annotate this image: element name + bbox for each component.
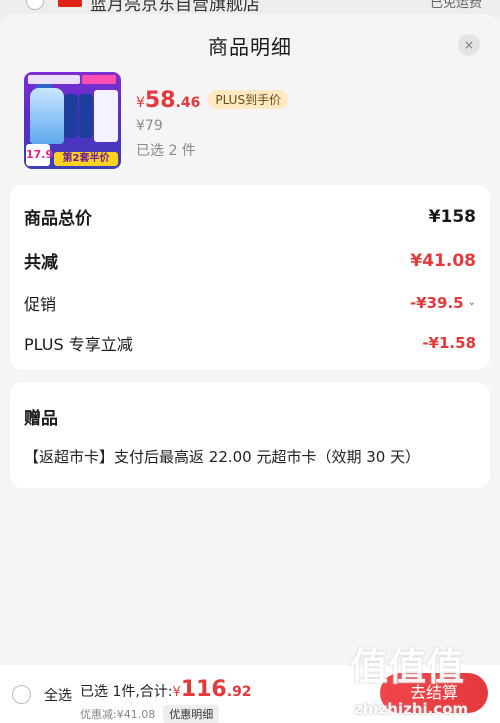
plus-discount-value: -¥1.58 [422,334,476,352]
promotion-value-wrap[interactable]: -¥39.5 ⌄ [410,294,476,312]
select-all-checkbox[interactable] [12,685,31,704]
shipping-status: 已免运费 [429,0,482,11]
price-currency: ¥ [136,95,145,111]
plus-discount-label: PLUS 专享立减 [24,335,133,354]
image-bottle [30,88,64,144]
summary-decimal: .92 [226,684,252,700]
total-price-label: 商品总价 [24,209,92,229]
promotion-row[interactable]: 促销 -¥39.5 ⌄ [24,291,476,315]
summary-prefix: 已选 1件,合计: [80,684,173,700]
plus-price-badge: PLUS到手价 [208,90,289,109]
plus-discount-row: PLUS 专享立减 -¥1.58 [24,331,476,355]
watermark-url: zhizhizhi.com [354,700,469,718]
watermark-logo: 值值值 [350,636,465,691]
jd-self-badge [58,0,82,7]
promotion-label: 促销 [24,295,57,314]
image-brand-strip [28,75,80,84]
image-promo-tag: 第2套半价 [54,152,118,166]
total-reduction-value: ¥41.08 [410,250,476,271]
discount-text: 优惠减:¥41.08 [80,708,156,721]
gift-description: 【返超市卡】支付后最高返 22.00 元超市卡（效期 30 天） [24,448,421,466]
sheet-title: 商品明细 [208,35,292,59]
close-icon[interactable]: × [458,34,480,56]
summary-currency: ¥ [172,685,181,700]
total-price-value: ¥158 [428,206,476,227]
image-promo-strip [82,75,116,84]
price-decimal: .46 [175,95,201,111]
image-bottle-small [64,94,78,138]
product-row: 17.9 第2套半价 ¥ 58 .46 PLUS到手价 ¥79 已选 2 件 [0,72,500,182]
summary-integer: 116 [180,677,227,702]
total-reduction-row: 共减 ¥41.08 [24,248,476,274]
image-info-panel [94,90,118,142]
total-reduction-label: 共减 [24,253,58,273]
watermark-logo-text: 值值值 [350,645,465,689]
discount-detail-button[interactable]: 优惠明细 [163,705,220,723]
chevron-down-icon[interactable]: ⌄ [468,297,476,308]
gift-card: 赠品 【返超市卡】支付后最高返 22.00 元超市卡（效期 30 天） [10,382,490,488]
original-price: ¥79 [136,118,163,134]
price-breakdown-card: 商品总价 ¥158 共减 ¥41.08 促销 -¥39.5 ⌄ PLUS 专享立… [10,185,490,370]
gift-title: 赠品 [24,409,58,429]
sheet-header: 商品明细 × [0,14,500,72]
order-summary: 已选 1件,合计: ¥ 116 .92 [80,677,252,702]
select-all-label[interactable]: 全选 [44,685,72,705]
product-detail-sheet: 商品明细 × 17.9 第2套半价 ¥ 58 .46 PLUS到手价 ¥79 已… [0,14,500,723]
selected-quantity: 已选 2 件 [136,143,196,159]
product-image[interactable]: 17.9 第2套半价 [24,72,121,169]
image-bottle-small [79,94,93,138]
promotion-value: -¥39.5 [409,294,464,312]
discount-line: 优惠减:¥41.08 优惠明细 [80,705,220,723]
product-price: ¥ 58 .46 PLUS到手价 [136,88,289,113]
total-price-row: 商品总价 ¥158 [24,204,476,230]
store-name[interactable]: 蓝月亮京东自营旗舰店 [90,0,260,15]
store-select-radio[interactable] [26,0,44,10]
price-integer: 58 [144,88,176,113]
image-price-badge: 17.9 [26,144,53,166]
